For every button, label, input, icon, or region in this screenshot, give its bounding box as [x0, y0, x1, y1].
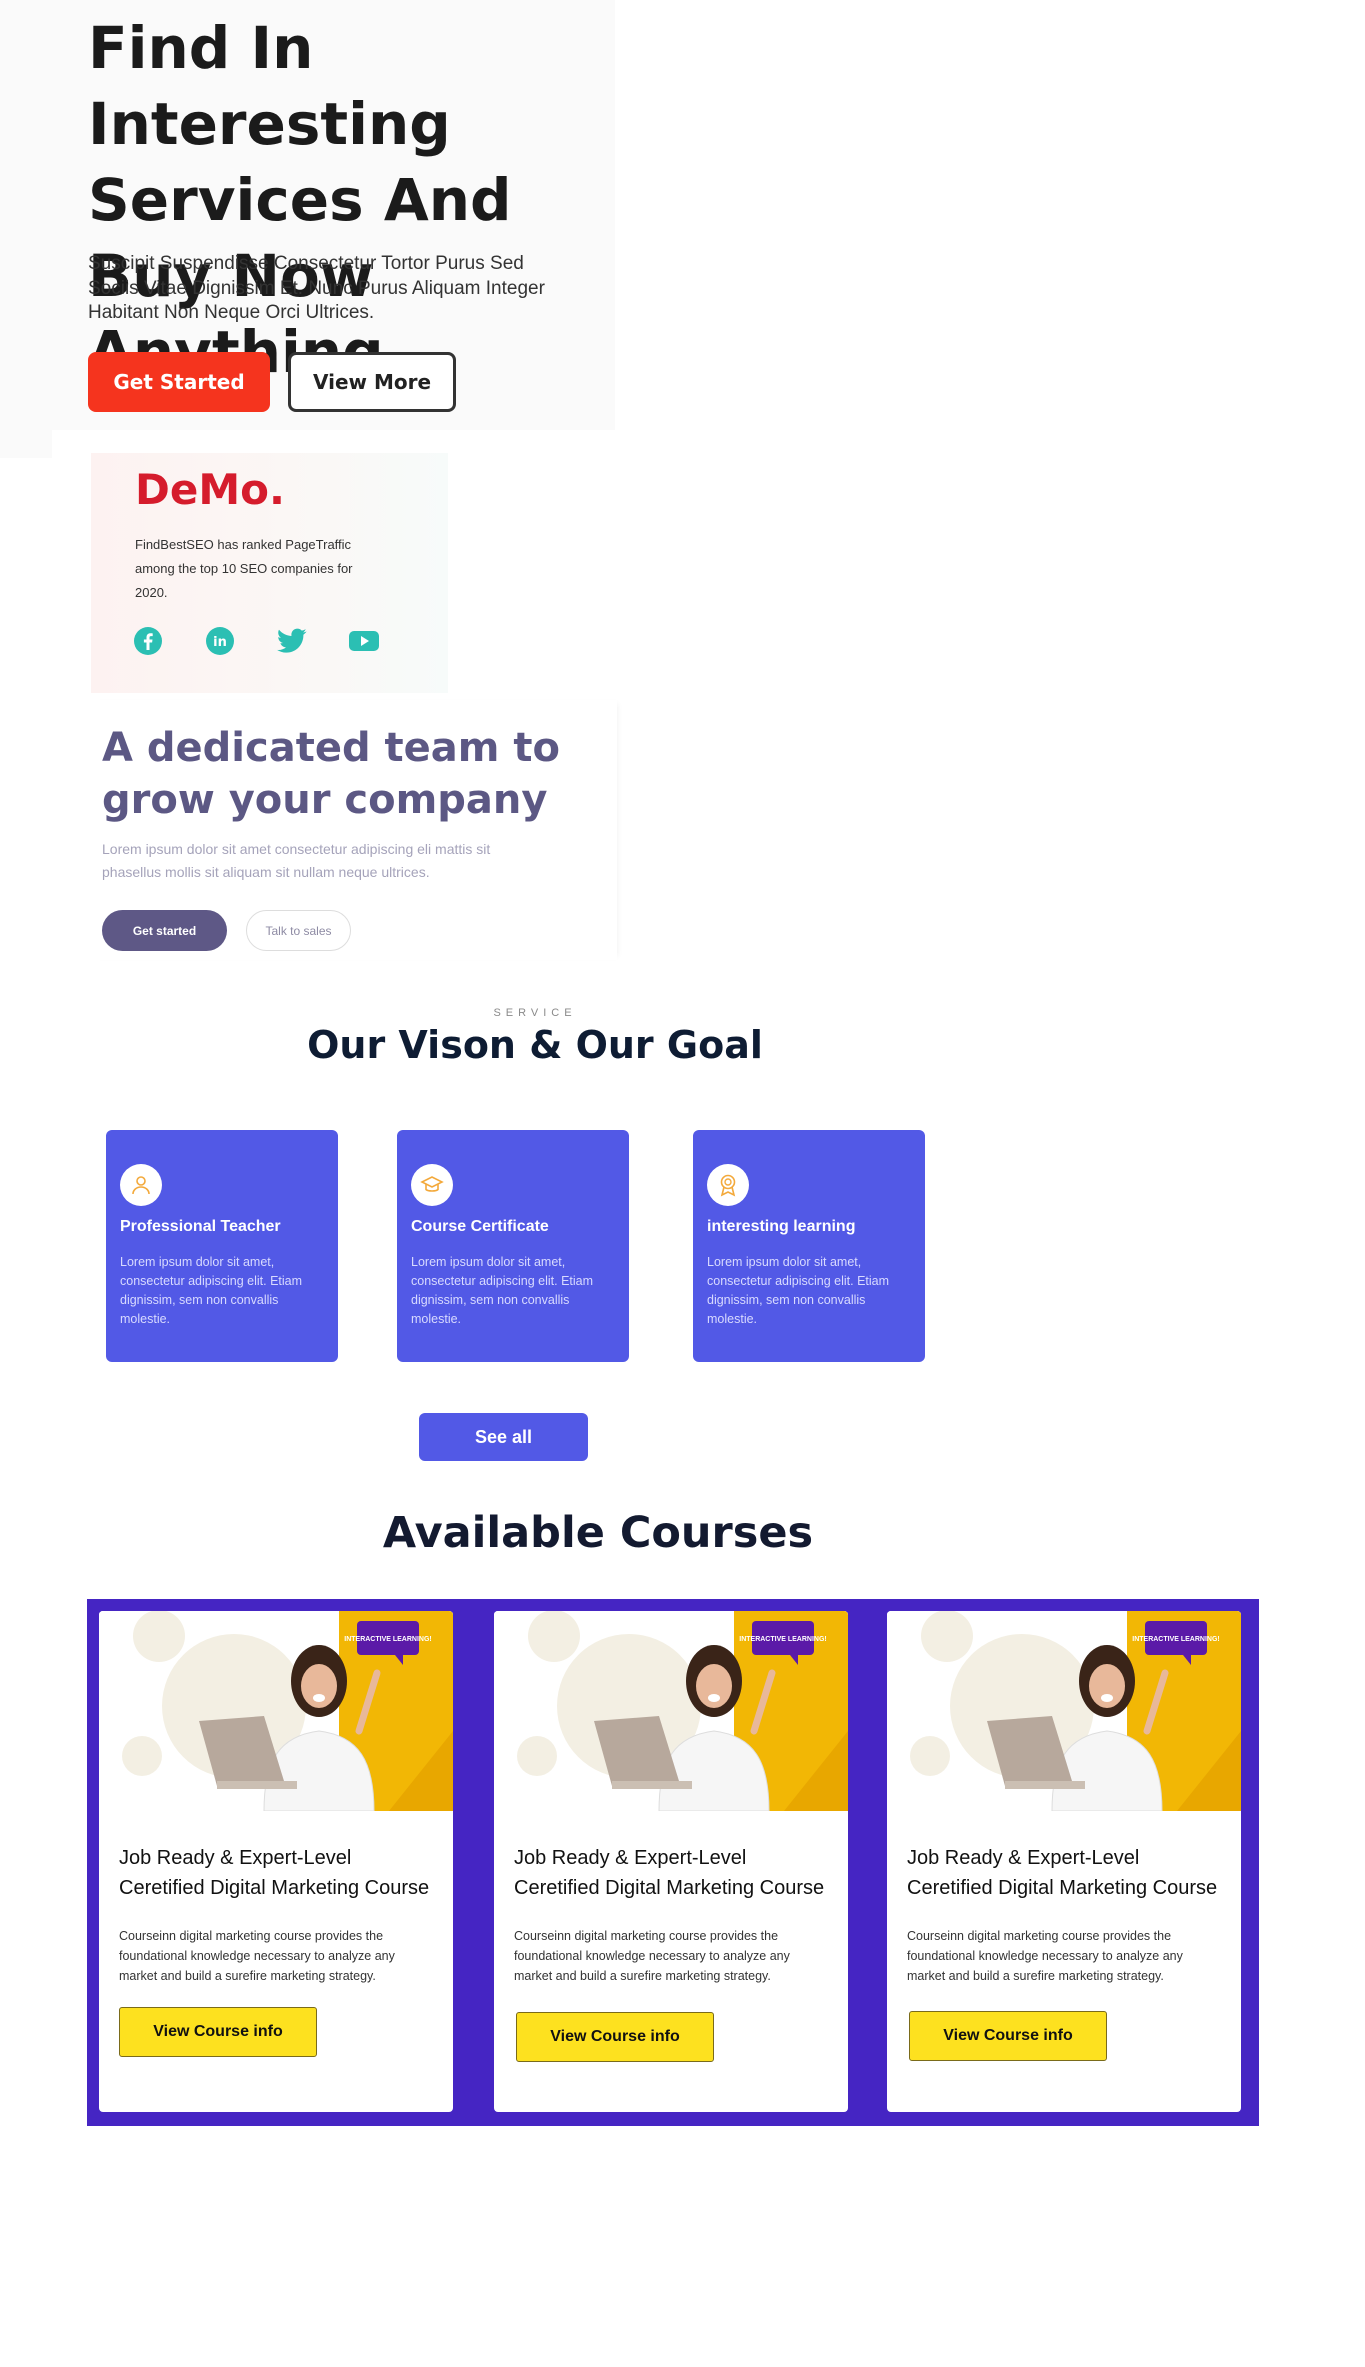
course-card[interactable]: INTERACTIVE LEARNING! Job Ready & Expert… — [494, 1611, 848, 2112]
course-image: INTERACTIVE LEARNING! — [887, 1611, 1241, 1811]
view-course-button[interactable]: View Course info — [909, 2011, 1107, 2061]
course-title: Job Ready & Expert-Level Ceretified Digi… — [907, 1847, 1218, 1899]
graduation-cap-icon — [411, 1164, 453, 1206]
course-image-badge: INTERACTIVE LEARNING! — [739, 1636, 827, 1643]
view-course-button[interactable]: View Course info — [516, 2012, 714, 2062]
courses-panel: INTERACTIVE LEARNING! Job Ready & Expert… — [87, 1599, 1259, 2126]
demo-text: FindBestSEO has ranked PageTraffic among… — [135, 537, 353, 600]
service-card-title: Professional Teacher — [120, 1218, 281, 1235]
team-description: Lorem ipsum dolor sit amet consectetur a… — [102, 841, 491, 880]
team-get-started-button[interactable]: Get started — [102, 910, 227, 951]
demo-card: DeMo. FindBestSEO has ranked PageTraffic… — [91, 453, 448, 693]
course-title: Job Ready & Expert-Level Ceretified Digi… — [514, 1847, 825, 1899]
service-card: Course Certificate Lorem ipsum dolor sit… — [397, 1130, 629, 1362]
hero-title: Find In Interesting Services And Buy Now… — [88, 14, 512, 386]
course-card[interactable]: INTERACTIVE LEARNING! Job Ready & Expert… — [887, 1611, 1241, 2112]
course-image-badge: INTERACTIVE LEARNING! — [1132, 1636, 1220, 1643]
get-started-button[interactable]: Get Started — [88, 352, 270, 412]
service-title: Our Vison & Our Goal — [307, 1023, 763, 1067]
service-card-description: Lorem ipsum dolor sit amet, consectetur … — [707, 1255, 890, 1326]
award-icon — [707, 1164, 749, 1206]
demo-logo: DeMo. — [135, 465, 285, 514]
twitter-icon[interactable] — [276, 625, 308, 657]
service-card-description: Lorem ipsum dolor sit amet, consectetur … — [411, 1255, 594, 1326]
course-description: Courseinn digital marketing course provi… — [119, 1929, 395, 1983]
service-label: SERVICE — [493, 1007, 577, 1019]
course-card[interactable]: INTERACTIVE LEARNING! Job Ready & Expert… — [99, 1611, 453, 2112]
course-title: Job Ready & Expert-Level Ceretified Digi… — [119, 1847, 430, 1899]
service-card-title: interesting learning — [707, 1218, 856, 1235]
service-card-title: Course Certificate — [411, 1218, 549, 1235]
courses-title: Available Courses — [382, 1508, 814, 1558]
svg-text:in: in — [213, 635, 227, 650]
youtube-icon[interactable] — [348, 625, 380, 657]
hero-section-tail — [0, 430, 52, 458]
see-all-button[interactable]: See all — [419, 1413, 588, 1461]
service-card: Professional Teacher Lorem ipsum dolor s… — [106, 1130, 338, 1362]
service-card-description: Lorem ipsum dolor sit amet, consectetur … — [120, 1255, 303, 1326]
course-description: Courseinn digital marketing course provi… — [907, 1929, 1183, 1983]
view-more-button[interactable]: View More — [288, 352, 456, 412]
team-title: A dedicated team to grow your company — [102, 725, 560, 823]
linkedin-icon[interactable]: in — [204, 625, 236, 657]
facebook-icon[interactable] — [132, 625, 164, 657]
hero-description: Suscipit Suspendisse Consectetur Tortor … — [88, 253, 545, 323]
course-image: INTERACTIVE LEARNING! — [99, 1611, 453, 1811]
talk-to-sales-button[interactable]: Talk to sales — [246, 910, 351, 951]
course-description: Courseinn digital marketing course provi… — [514, 1929, 790, 1983]
user-icon — [120, 1164, 162, 1206]
view-course-button[interactable]: View Course info — [119, 2007, 317, 2057]
service-card: interesting learning Lorem ipsum dolor s… — [693, 1130, 925, 1362]
course-image: INTERACTIVE LEARNING! — [494, 1611, 848, 1811]
course-image-badge: INTERACTIVE LEARNING! — [344, 1636, 432, 1643]
